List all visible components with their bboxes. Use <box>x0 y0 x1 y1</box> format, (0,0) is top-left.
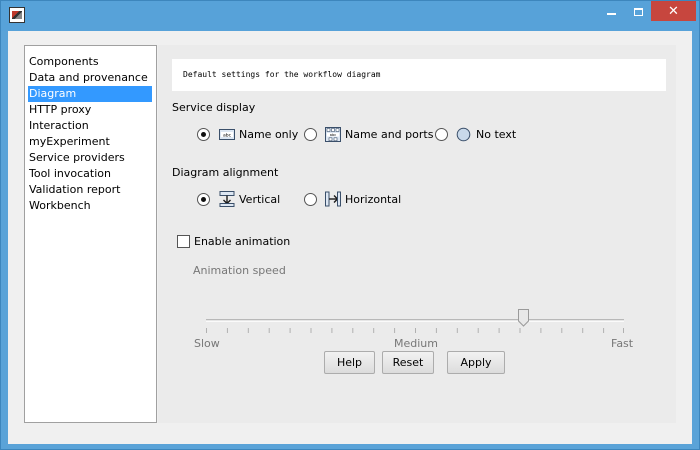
sidebar-list[interactable]: Components Data and provenance Diagram H… <box>24 45 157 423</box>
close-button[interactable]: ✕ <box>651 1 696 21</box>
name-and-ports-label[interactable]: Name and ports <box>345 128 433 142</box>
name-and-ports-radio[interactable] <box>304 128 317 141</box>
app-icon <box>9 7 25 23</box>
speed-medium-label: Medium <box>394 337 438 350</box>
sidebar-item-service-providers[interactable]: Service providers <box>28 150 152 166</box>
enable-animation-label[interactable]: Enable animation <box>194 235 290 249</box>
enable-animation-checkbox[interactable] <box>177 235 190 248</box>
name-only-radio[interactable] <box>197 128 210 141</box>
diagram-settings: Default settings for the workflow diagra… <box>158 45 676 423</box>
minimize-button[interactable] <box>598 1 625 23</box>
vertical-radio[interactable] <box>197 193 210 206</box>
reset-button[interactable]: Reset <box>382 351 434 374</box>
speed-slow-label: Slow <box>194 337 220 350</box>
horizontal-icon <box>325 191 341 207</box>
close-icon: ✕ <box>668 3 679 19</box>
vertical-icon <box>219 191 235 207</box>
maximize-button[interactable] <box>625 1 652 23</box>
sidebar-item-data-and-provenance[interactable]: Data and provenance <box>28 70 152 86</box>
horizontal-radio[interactable] <box>304 193 317 206</box>
sidebar-item-tool-invocation[interactable]: Tool invocation <box>28 166 152 182</box>
sidebar-item-validation-report[interactable]: Validation report <box>28 182 152 198</box>
animation-speed-slider-track[interactable] <box>206 319 624 322</box>
settings-description: Default settings for the workflow diagra… <box>172 59 666 91</box>
no-text-radio[interactable] <box>435 128 448 141</box>
svg-text:abc: abc <box>330 133 336 137</box>
animation-speed-label: Animation speed <box>193 264 286 277</box>
minimize-icon <box>607 13 616 15</box>
sidebar-item-diagram[interactable]: Diagram <box>28 86 152 102</box>
service-display-label: Service display <box>172 101 256 114</box>
help-button[interactable]: Help <box>324 351 375 374</box>
diagram-alignment-label: Diagram alignment <box>172 166 279 179</box>
name-only-icon: abc <box>219 129 235 140</box>
name-only-label[interactable]: Name only <box>239 128 298 142</box>
maximize-icon <box>634 8 643 16</box>
sidebar-item-components[interactable]: Components <box>28 54 152 70</box>
sidebar-item-interaction[interactable]: Interaction <box>28 118 152 134</box>
sidebar-item-myexperiment[interactable]: myExperiment <box>28 134 152 150</box>
main-window: ✕ Components Data and provenance Diagram… <box>0 0 700 450</box>
svg-text:abc: abc <box>223 132 232 138</box>
speed-fast-label: Fast <box>611 337 634 350</box>
vertical-label[interactable]: Vertical <box>239 193 280 207</box>
sidebar-item-http-proxy[interactable]: HTTP proxy <box>28 102 152 118</box>
sidebar-item-workbench[interactable]: Workbench <box>28 198 152 214</box>
no-text-label[interactable]: No text <box>476 128 516 142</box>
no-text-icon <box>456 127 471 142</box>
animation-speed-slider-thumb[interactable] <box>518 309 530 327</box>
apply-button[interactable]: Apply <box>447 351 505 374</box>
title-bar[interactable]: ✕ <box>1 1 699 31</box>
horizontal-label[interactable]: Horizontal <box>345 193 401 207</box>
preferences-panel: Components Data and provenance Diagram H… <box>8 31 692 444</box>
animation-speed-ticks <box>206 328 624 333</box>
name-and-ports-icon: abc <box>325 127 341 142</box>
